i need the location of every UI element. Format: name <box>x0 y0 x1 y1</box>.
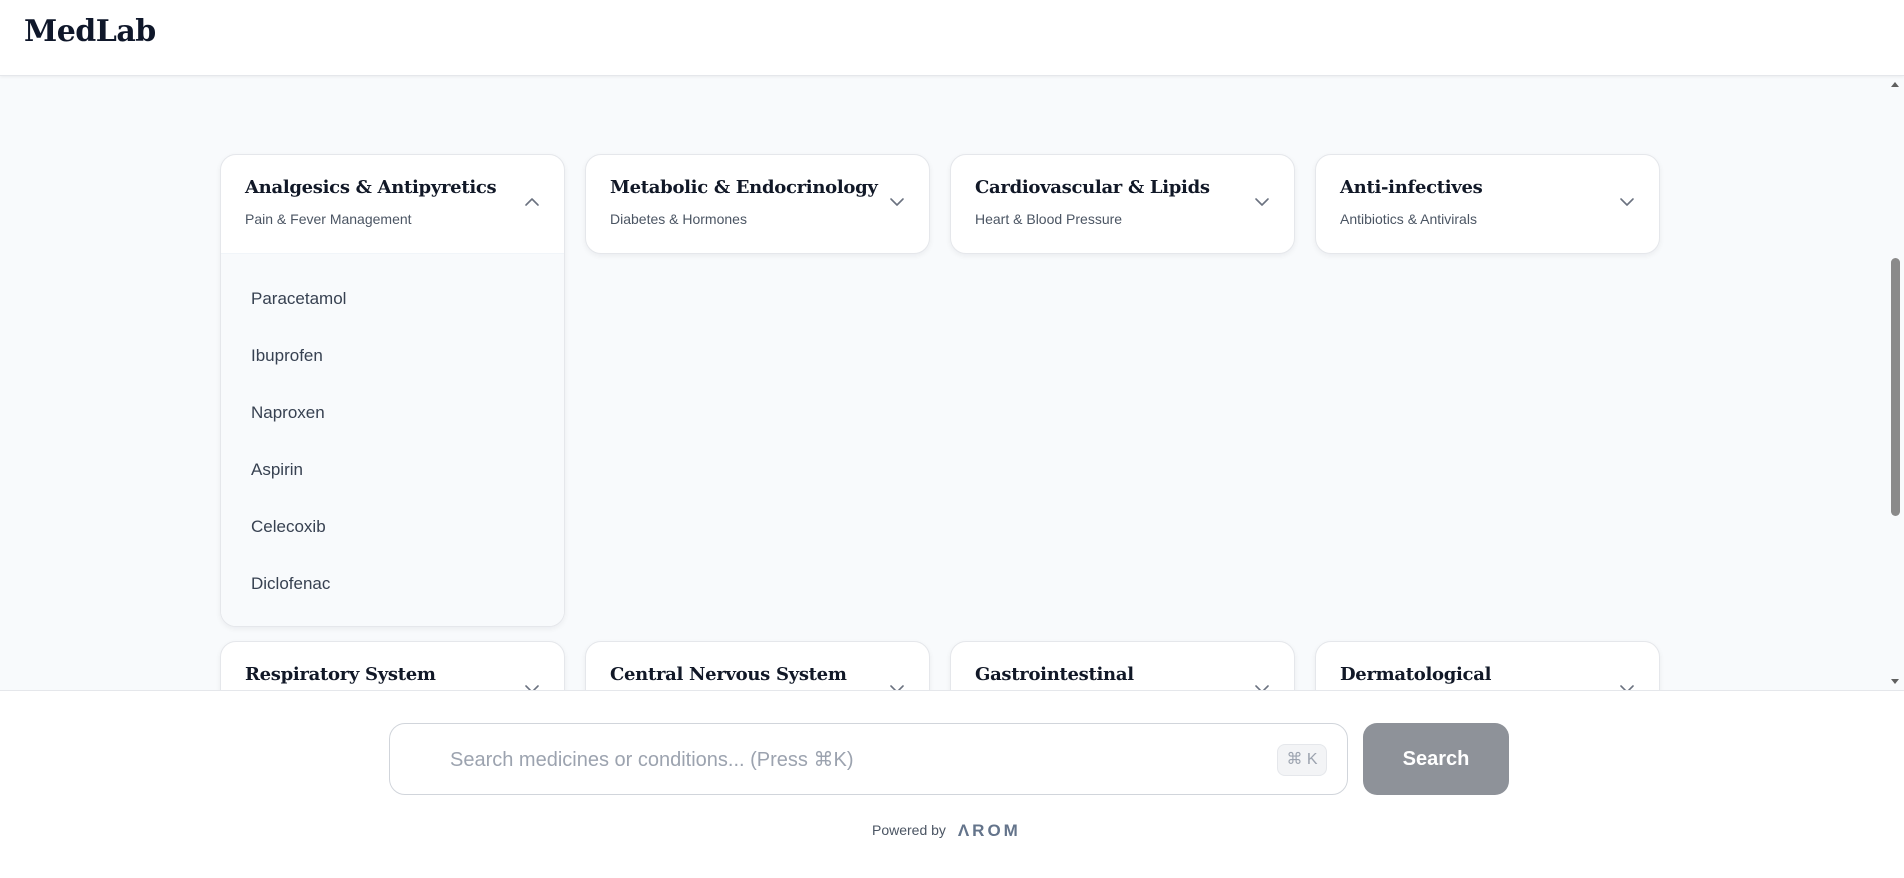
category-title: Gastrointestinal <box>975 664 1134 685</box>
category-title: Cardiovascular & Lipids <box>975 177 1210 198</box>
powered-by: Powered by ΛROM <box>872 821 1021 841</box>
medicine-item-diclofenac[interactable]: Diclofenac <box>221 559 564 616</box>
medicine-item-ibuprofen[interactable]: Ibuprofen <box>221 331 564 388</box>
medicine-item-paracetamol[interactable]: Paracetamol <box>221 274 564 331</box>
category-card-metabolic[interactable]: Metabolic & Endocrinology Diabetes & Hor… <box>585 154 930 254</box>
medicine-item-naproxen[interactable]: Naproxen <box>221 388 564 445</box>
category-header[interactable]: Dermatological <box>1316 642 1659 690</box>
scrollbar-thumb[interactable] <box>1891 258 1900 516</box>
category-subtitle: Antibiotics & Antivirals <box>1340 211 1477 227</box>
category-card-cardiovascular[interactable]: Cardiovascular & Lipids Heart & Blood Pr… <box>950 154 1295 254</box>
medicine-item-celecoxib[interactable]: Celecoxib <box>221 502 564 559</box>
search-panel: ⌘ K Search Powered by ΛROM <box>0 690 1904 878</box>
category-header[interactable]: Metabolic & Endocrinology Diabetes & Hor… <box>586 155 929 253</box>
chevron-down-icon[interactable] <box>889 197 905 207</box>
category-card-anti-infectives[interactable]: Anti-infectives Antibiotics & Antivirals <box>1315 154 1660 254</box>
category-header[interactable]: Analgesics & Antipyretics Pain & Fever M… <box>221 155 564 253</box>
keyboard-shortcut-badge: ⌘ K <box>1277 744 1327 776</box>
category-card-dermatological[interactable]: Dermatological <box>1315 641 1660 690</box>
category-title: Respiratory System <box>245 664 436 685</box>
category-title: Central Nervous System <box>610 664 847 685</box>
brand-logo[interactable]: MedLab <box>24 14 156 49</box>
vertical-scrollbar[interactable] <box>1887 76 1904 690</box>
search-input[interactable] <box>450 740 1250 780</box>
category-grid: Analgesics & Antipyretics Pain & Fever M… <box>0 76 1904 690</box>
category-header[interactable]: Central Nervous System <box>586 642 929 690</box>
arom-logo[interactable]: ΛROM <box>958 821 1021 841</box>
category-header[interactable]: Anti-infectives Antibiotics & Antivirals <box>1316 155 1659 253</box>
chevron-up-icon[interactable] <box>524 197 540 207</box>
category-card-cns[interactable]: Central Nervous System <box>585 641 930 690</box>
category-subtitle: Heart & Blood Pressure <box>975 211 1123 227</box>
medicine-list: Paracetamol Ibuprofen Naproxen Aspirin C… <box>221 253 564 626</box>
category-title: Analgesics & Antipyretics <box>245 177 497 198</box>
category-card-gastrointestinal[interactable]: Gastrointestinal <box>950 641 1295 690</box>
category-title: Anti-infectives <box>1340 177 1483 198</box>
scroll-up-arrow-icon[interactable] <box>1891 82 1899 87</box>
search-button[interactable]: Search <box>1363 723 1509 795</box>
medicine-item-aspirin[interactable]: Aspirin <box>221 445 564 502</box>
category-header[interactable]: Gastrointestinal <box>951 642 1294 690</box>
chevron-down-icon[interactable] <box>1619 197 1635 207</box>
category-card-analgesics[interactable]: Analgesics & Antipyretics Pain & Fever M… <box>220 154 565 627</box>
category-title: Metabolic & Endocrinology <box>610 177 878 198</box>
powered-by-label: Powered by <box>872 822 946 838</box>
category-header[interactable]: Respiratory System <box>221 642 564 690</box>
search-box[interactable]: ⌘ K <box>389 723 1348 795</box>
category-subtitle: Pain & Fever Management <box>245 211 412 227</box>
category-title: Dermatological <box>1340 664 1492 685</box>
category-subtitle: Diabetes & Hormones <box>610 211 747 227</box>
chevron-down-icon[interactable] <box>1254 197 1270 207</box>
category-header[interactable]: Cardiovascular & Lipids Heart & Blood Pr… <box>951 155 1294 253</box>
app-header: MedLab <box>0 0 1904 76</box>
scroll-down-arrow-icon[interactable] <box>1891 679 1899 684</box>
category-card-respiratory[interactable]: Respiratory System <box>220 641 565 690</box>
